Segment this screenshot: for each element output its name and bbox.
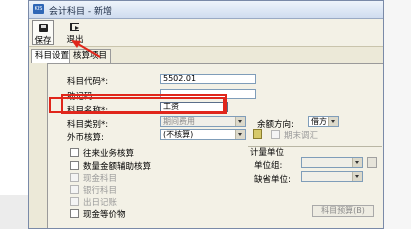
checkbox-bank-account[interactable]: 银行科目	[70, 184, 118, 196]
tab-account-settings[interactable]: 科目设置	[31, 49, 74, 63]
category-select[interactable]: 期间费用	[160, 116, 246, 127]
highlight-box-name	[49, 97, 225, 113]
code-label: 科目代码*:	[67, 77, 109, 87]
exit-button[interactable]: 退出	[64, 20, 86, 45]
window-title: 会计科目 - 新增	[49, 7, 112, 17]
default-unit-label: 缺省单位:	[254, 175, 291, 185]
currency-lookup-icon[interactable]	[253, 129, 262, 139]
checkbox-cash-account[interactable]: 现金科目	[70, 172, 118, 184]
period-end-fx-checkbox[interactable]: 期末调汇	[271, 129, 319, 141]
default-unit-select[interactable]	[301, 171, 363, 182]
checkbox-quantity-amount[interactable]: 数量金额辅助核算	[70, 160, 152, 172]
unit-group-lookup-icon[interactable]	[367, 157, 377, 168]
checkbox-cash-equivalent[interactable]: 现金等价物	[70, 208, 126, 220]
chevron-down-icon	[328, 117, 338, 126]
currency-label: 外币核算:	[67, 133, 104, 143]
checkbox-icon	[70, 148, 79, 157]
checkbox-label: 现金科目	[83, 174, 118, 184]
category-value: 期间费用	[163, 117, 195, 126]
balance-direction-value: 借方	[311, 117, 327, 126]
currency-select[interactable]: (不核算)	[160, 129, 246, 140]
background-area	[384, 0, 411, 229]
checkbox-label: 银行科目	[83, 186, 118, 196]
exit-label: 退出	[66, 35, 84, 45]
save-button[interactable]: 保存	[32, 20, 54, 46]
account-budget-button[interactable]: 科目预算(B)	[312, 205, 374, 217]
checkbox-icon	[70, 185, 79, 194]
save-label: 保存	[34, 36, 52, 46]
checkbox-label: 往来业务核算	[83, 149, 135, 159]
exit-icon	[70, 23, 79, 31]
checkbox-icon	[70, 197, 79, 206]
chevron-down-icon	[352, 172, 362, 181]
checkbox-label: 现金等价物	[83, 210, 126, 220]
account-settings-panel: 科目代码*: 5502.01 助记码: 科目名称*: 工资 科目类别*: 期间费…	[47, 63, 383, 228]
background-scrollbar[interactable]	[0, 195, 29, 229]
checkbox-icon	[271, 130, 280, 139]
unit-group-title: 计量单位	[250, 148, 285, 158]
unit-group-label: 单位组:	[254, 161, 283, 171]
balance-direction-select[interactable]: 借方	[308, 116, 339, 127]
currency-value: (不核算)	[163, 130, 194, 139]
tab-accounting-items[interactable]: 核算项目	[69, 49, 112, 63]
tab-strip: 科目设置 核算项目	[29, 49, 383, 63]
checkbox-label: 出日记账	[83, 198, 118, 208]
account-dialog: KIS 会计科目 - 新增 保存 退出 科目设置 核算项目 科目代码*: 550…	[28, 0, 384, 229]
checkbox-daily-journal[interactable]: 出日记账	[70, 196, 118, 208]
period-end-fx-label: 期末调汇	[284, 131, 319, 141]
chevron-down-icon	[235, 130, 245, 139]
code-input[interactable]: 5502.01	[160, 74, 256, 84]
app-icon: KIS	[33, 4, 44, 14]
unit-group-select[interactable]	[301, 157, 363, 168]
toolbar: 保存 退出	[29, 19, 383, 47]
category-label: 科目类别*:	[67, 120, 109, 130]
chevron-down-icon	[235, 117, 245, 126]
chevron-down-icon	[352, 158, 362, 167]
checkbox-icon	[70, 161, 79, 170]
checkbox-label: 数量金额辅助核算	[83, 162, 152, 172]
save-icon	[39, 24, 48, 32]
checkbox-icon	[70, 209, 79, 218]
unit-group-box: 计量单位 单位组: 缺省单位:	[248, 146, 382, 189]
checkbox-contact-accounting[interactable]: 往来业务核算	[70, 147, 135, 159]
title-bar[interactable]: KIS 会计科目 - 新增	[29, 1, 383, 19]
checkbox-icon	[70, 173, 79, 182]
